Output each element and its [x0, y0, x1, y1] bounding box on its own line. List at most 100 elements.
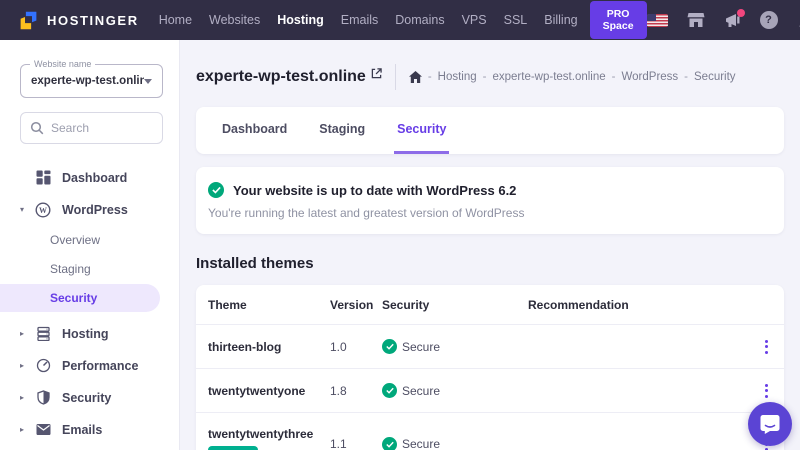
- sidebar-item-label: Security: [62, 390, 112, 405]
- caret-right-icon: ▸: [20, 361, 25, 370]
- help-button[interactable]: ?: [759, 11, 778, 29]
- sidebar-item-label: Hosting: [62, 326, 109, 341]
- page-title: experte-wp-test.online: [196, 68, 366, 85]
- marketplace-icon: [687, 12, 705, 28]
- tab-security[interactable]: Security: [394, 107, 450, 154]
- caret-right-icon: ▸: [20, 329, 25, 338]
- table-row: twentytwentythree ACTIVE 1.1 Secure: [196, 413, 784, 450]
- sidebar-item-security[interactable]: ▸ Security: [0, 382, 179, 413]
- table-row: thirteen-blog 1.0 Secure: [196, 325, 784, 369]
- chat-bubble-icon: [759, 413, 781, 435]
- nav-item-emails[interactable]: Emails: [341, 13, 379, 27]
- announcements-button[interactable]: [724, 9, 745, 28]
- nav-item-vps[interactable]: VPS: [462, 13, 487, 27]
- row-actions-menu[interactable]: [761, 336, 772, 358]
- sidebar: Website name experte-wp-test.online Sear…: [0, 40, 180, 450]
- chevron-down-icon: [144, 78, 152, 84]
- svg-text:W: W: [39, 205, 47, 214]
- pro-space-button[interactable]: PRO Space: [589, 1, 647, 39]
- check-circle-icon: [382, 436, 397, 450]
- website-select-label: Website name: [30, 59, 96, 69]
- sidebar-search[interactable]: [20, 112, 163, 144]
- security-status: Secure: [382, 383, 528, 398]
- theme-name: twentytwentyone: [208, 383, 306, 398]
- brand-name: HOSTINGER: [47, 12, 139, 28]
- help-icon: ?: [759, 11, 778, 29]
- language-flag-button[interactable]: [646, 13, 668, 27]
- theme-version: 1.8: [330, 383, 347, 398]
- sidebar-subitem-security[interactable]: Security: [0, 284, 160, 312]
- col-security: Security: [382, 297, 430, 312]
- chat-launcher-button[interactable]: [748, 402, 792, 446]
- tabs-bar: Dashboard Staging Security: [196, 107, 784, 154]
- sidebar-subitem-staging[interactable]: Staging: [0, 255, 179, 283]
- check-circle-icon: [208, 182, 224, 198]
- shield-icon: [35, 390, 51, 406]
- wordpress-icon: W: [35, 201, 51, 218]
- wordpress-status-alert: Your website is up to date with WordPres…: [196, 167, 784, 234]
- breadcrumb-security: Security: [694, 71, 736, 83]
- breadcrumb: - Hosting - experte-wp-test.online - Wor…: [408, 71, 736, 83]
- check-circle-icon: [382, 339, 397, 354]
- external-link-icon[interactable]: [371, 67, 382, 79]
- tab-staging[interactable]: Staging: [316, 107, 368, 154]
- nav-item-domains[interactable]: Domains: [395, 13, 444, 27]
- caret-right-icon: ▸: [20, 425, 25, 434]
- breadcrumb-wordpress[interactable]: WordPress: [622, 71, 679, 83]
- search-input[interactable]: [51, 121, 151, 135]
- sidebar-item-label: WordPress: [62, 202, 128, 217]
- row-actions-menu[interactable]: [761, 380, 772, 402]
- sidebar-item-label: Performance: [62, 358, 139, 373]
- us-flag-icon: [646, 13, 668, 27]
- sidebar-menu: Dashboard ▾ W WordPress Overview Staging…: [0, 162, 179, 445]
- nav-item-ssl[interactable]: SSL: [504, 13, 528, 27]
- sidebar-item-label: Dashboard: [62, 170, 128, 185]
- sidebar-item-dashboard[interactable]: Dashboard: [0, 162, 179, 193]
- alert-title: Your website is up to date with WordPres…: [233, 182, 517, 198]
- website-select-value: experte-wp-test.online: [31, 75, 144, 87]
- breadcrumb-website[interactable]: experte-wp-test.online: [493, 71, 606, 83]
- breadcrumb-hosting[interactable]: Hosting: [438, 71, 477, 83]
- top-navbar: HOSTINGER Home Websites Hosting Emails D…: [0, 0, 800, 40]
- nav-item-billing[interactable]: Billing: [544, 13, 577, 27]
- theme-version: 1.0: [330, 339, 347, 354]
- check-circle-icon: [382, 383, 397, 398]
- caret-right-icon: ▸: [20, 393, 25, 402]
- themes-table: Theme Version Security Recommendation th…: [196, 285, 784, 450]
- sidebar-item-emails[interactable]: ▸ Emails: [0, 414, 179, 445]
- sidebar-item-performance[interactable]: ▸ Performance: [0, 350, 179, 381]
- security-status: Secure: [382, 436, 528, 450]
- navbar-right-icons: ?: [646, 9, 800, 29]
- alert-subtitle: You're running the latest and greatest v…: [208, 206, 525, 220]
- sidebar-subitem-overview[interactable]: Overview: [0, 226, 179, 254]
- hostinger-logo[interactable]: HOSTINGER: [18, 10, 139, 31]
- website-select[interactable]: Website name experte-wp-test.online: [20, 59, 163, 98]
- main-content: experte-wp-test.online - Hosting - exper…: [180, 40, 800, 450]
- page-header: experte-wp-test.online - Hosting - exper…: [196, 64, 784, 90]
- account-button[interactable]: [797, 12, 800, 29]
- security-status: Secure: [382, 339, 528, 354]
- nav-item-home[interactable]: Home: [159, 13, 192, 27]
- sidebar-item-wordpress[interactable]: ▾ W WordPress: [0, 194, 179, 225]
- home-icon[interactable]: [408, 71, 422, 83]
- hostinger-h-icon: [18, 10, 39, 31]
- server-icon: [35, 326, 51, 342]
- table-row: twentytwentyone 1.8 Secure: [196, 369, 784, 413]
- marketplace-button[interactable]: [687, 12, 705, 28]
- envelope-icon: [35, 422, 51, 438]
- nav-item-websites[interactable]: Websites: [209, 13, 260, 27]
- table-header-row: Theme Version Security Recommendation: [196, 285, 784, 325]
- nav-item-hosting[interactable]: Hosting: [277, 13, 324, 27]
- theme-version: 1.1: [330, 437, 347, 450]
- tab-dashboard[interactable]: Dashboard: [219, 107, 290, 154]
- sidebar-item-label: Emails: [62, 422, 103, 437]
- caret-down-icon: ▾: [20, 205, 25, 214]
- sidebar-item-hosting[interactable]: ▸ Hosting: [0, 318, 179, 349]
- gauge-icon: [35, 358, 51, 374]
- installed-themes-title: Installed themes: [196, 255, 314, 272]
- theme-name: thirteen-blog: [208, 339, 282, 354]
- notification-dot: [736, 9, 745, 17]
- col-recommendation: Recommendation: [528, 297, 629, 312]
- col-theme: Theme: [208, 297, 247, 312]
- account-icon: [797, 12, 800, 29]
